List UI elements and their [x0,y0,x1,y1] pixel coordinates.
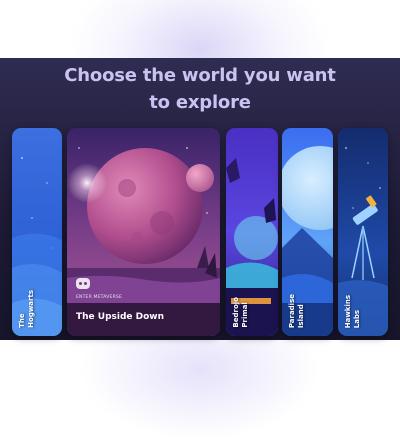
heading-line-1: Choose the world you want [64,65,336,86]
world-card-bedrojo-primal[interactable]: Bedrojo Primal [226,128,278,336]
bedrojo-label-line-2: Primal [241,302,249,328]
world-card-hawkins-labs[interactable]: Hawkins Labs [338,128,388,336]
vr-headset-icon [76,278,90,289]
hogwarts-label-line-1: The [18,313,26,328]
hawkins-label-line-1: Hawkins [344,294,352,328]
world-card-paradise-island[interactable]: Paradise Island [282,128,333,336]
hogwarts-label-line-2: Hogwarts [27,290,35,328]
world-card-upside-down[interactable]: ENTER METAVERSE The Upside Down [67,128,220,336]
bedrojo-label: Bedrojo Primal [232,297,250,328]
world-card-hogwarts[interactable]: The Hogwarts [12,128,62,336]
paradise-label-line-1: Paradise [288,293,296,328]
upside-down-title: The Upside Down [76,312,165,322]
hogwarts-label: The Hogwarts [18,290,36,328]
world-selector-panel: Choose the world you want to explore The [0,58,400,340]
paradise-label-line-2: Island [297,304,305,328]
heading-line-2: to explore [149,92,251,113]
hawkins-label-line-2: Labs [353,309,361,328]
enter-metaverse-label: ENTER METAVERSE [76,295,123,300]
upside-down-artwork [67,128,220,336]
paradise-label: Paradise Island [288,294,306,328]
bedrojo-label-line-1: Bedrojo [232,297,240,328]
hawkins-label: Hawkins Labs [344,295,362,328]
page-heading: Choose the world you want to explore [0,62,400,116]
